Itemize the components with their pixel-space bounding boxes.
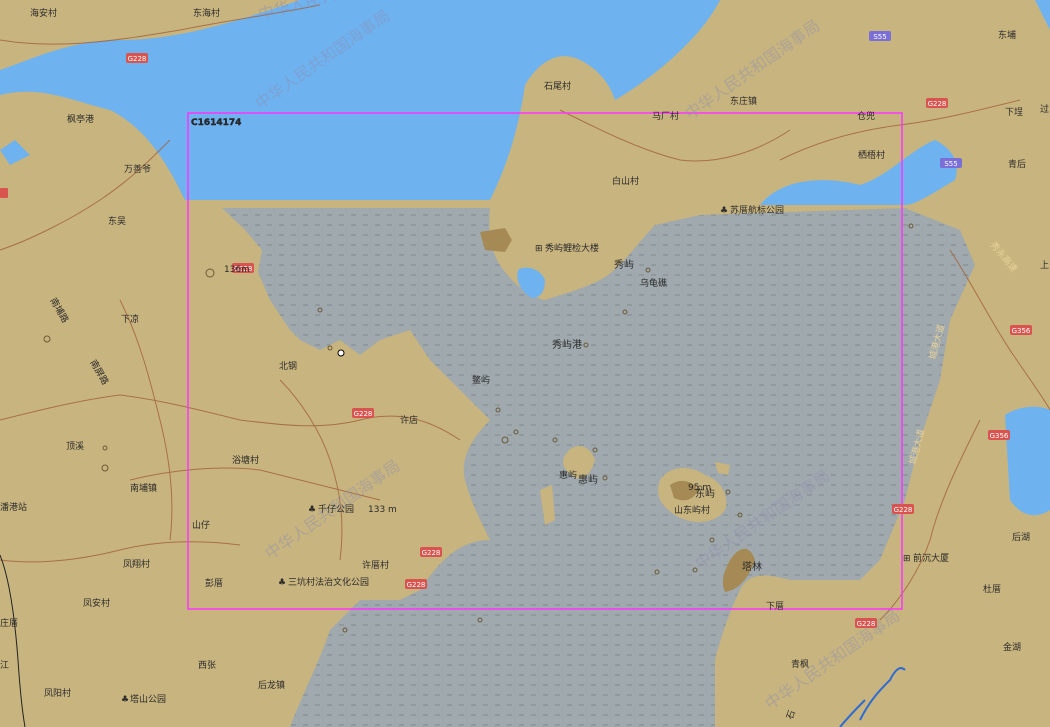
place-weigang: 潘港站 <box>0 501 27 513</box>
road-badge-g228-e: G228 <box>420 547 442 557</box>
svg-text:G228: G228 <box>928 100 947 108</box>
place-xialiang: 下凉 <box>121 313 139 325</box>
svg-text:G228: G228 <box>894 506 913 514</box>
place-nanpuzhen: 南埔镇 <box>130 482 157 494</box>
place-xiuyu-hangbiao: 苏厝航标公园 <box>730 204 784 216</box>
place-qianyuanda: 前沉大厦 <box>913 552 949 564</box>
place-xizhang: 西张 <box>198 660 216 671</box>
svg-text:G228: G228 <box>857 620 876 628</box>
road-badge-s55-a: S55 <box>869 31 891 41</box>
place-wenhuapark: 三坑村法治文化公园 <box>288 576 369 588</box>
place-shanzai: 山仔 <box>192 519 210 531</box>
road-badge-g356-b: G356 <box>988 430 1010 440</box>
place-huiyu: 惠屿 <box>578 473 598 486</box>
place-houhu: 后湖 <box>1012 532 1030 543</box>
road-badge-g228-h: G228 <box>855 618 877 628</box>
height-label-1: 136m <box>224 265 250 275</box>
place-baishancun: 白山村 <box>612 175 639 187</box>
road-badge-g228-d: G228 <box>352 408 374 418</box>
place-dianyu: 鳖屿 <box>472 374 490 386</box>
place-majiacun: 马厂村 <box>652 110 679 122</box>
place-qinghou: 青后 <box>1008 158 1026 170</box>
place-fengyangcun: 凤阳村 <box>44 687 71 699</box>
place-tanlin: 塔林 <box>742 560 762 573</box>
place-xiuyu: 秀屿 <box>614 259 634 271</box>
place-qianzaigongyuan: 千仔公园 <box>318 503 354 515</box>
place-beikeng: 北钢 <box>279 360 297 372</box>
place-paitangcun: 浴塘村 <box>232 454 259 466</box>
place-pengcuo: 彭厝 <box>205 577 223 589</box>
place-xiamei: 下厝 <box>766 601 784 612</box>
place-fengtinggang: 枫亭港 <box>67 113 94 125</box>
svg-text:S55: S55 <box>873 33 886 41</box>
place-shiweicun: 石尾村 <box>544 80 571 92</box>
place-xiuyugang: 秀屿港 <box>552 339 582 351</box>
place-huiyu-small: 惠屿 <box>559 469 577 481</box>
svg-text:G356: G356 <box>1012 327 1031 335</box>
place-guo: 过 <box>1040 103 1049 115</box>
place-shandongyucun: 山东屿村 <box>674 504 710 516</box>
place-dingxi: 顶溪 <box>66 440 84 452</box>
road-badge-left <box>0 188 8 198</box>
water-right-edge <box>1005 406 1050 516</box>
place-xumeicun: 许厝村 <box>362 559 389 571</box>
building-icon-qianyuan: ⊞ <box>903 554 911 564</box>
place-xiuyu-building: 秀屿鲤检大楼 <box>545 242 599 254</box>
road-badge-g228-g: G228 <box>892 504 914 514</box>
park-icon-tashan: ♣ <box>121 695 129 705</box>
svg-text:G228: G228 <box>354 410 373 418</box>
place-qingfeng: 青枫 <box>791 658 809 670</box>
svg-text:G228: G228 <box>407 581 426 589</box>
place-tashangongyuan: 塔山公园 <box>130 693 166 705</box>
svg-text:G228: G228 <box>128 55 147 63</box>
place-fengxiangcun: 凤翔村 <box>123 558 150 570</box>
svg-text:S55: S55 <box>944 160 957 168</box>
road-badge-g228-a: G228 <box>126 53 148 63</box>
place-cangzhai: 仓兜 <box>857 110 875 122</box>
svg-text:G228: G228 <box>422 549 441 557</box>
road-badge-g356-a: G356 <box>1010 325 1032 335</box>
place-wanshanwei: 万善爷 <box>124 163 151 175</box>
place-zhuang: 庄厝 <box>0 617 18 629</box>
park-icon-sankeng: ♣ <box>278 578 286 588</box>
park-icon-qianzai: ♣ <box>308 505 316 515</box>
place-jiang: 江 <box>0 660 9 671</box>
height-label-2: 133 m <box>368 505 397 515</box>
place-shang: 上 <box>1040 260 1049 271</box>
place-xiahuang: 下埕 <box>1005 107 1023 118</box>
place-ducuo: 杜厝 <box>983 583 1001 595</box>
height-label-3: 95 m <box>688 483 711 493</box>
chart-id-label[interactable]: C1614174 <box>191 118 242 128</box>
place-donghuang: 东吴 <box>108 215 126 227</box>
place-houlongzhen: 后龙镇 <box>258 679 285 691</box>
place-xudian: 许店 <box>400 414 418 426</box>
place-dongbu: 东埔 <box>998 29 1016 41</box>
park-icon-xiuyu: ♣ <box>720 206 728 216</box>
place-donghaicun: 东海村 <box>193 7 220 19</box>
road-badge-g228-f: G228 <box>405 579 427 589</box>
place-jinhu: 金湖 <box>1003 641 1021 653</box>
svg-text:G356: G356 <box>990 432 1009 440</box>
place-haiancun: 海安村 <box>30 7 57 19</box>
place-wujizhou: 乌龟礁 <box>640 277 667 289</box>
place-fenganliu: 凤安村 <box>83 597 110 609</box>
building-icon-xiuyu: ⊞ <box>535 244 543 254</box>
place-qingdiao: 栖梧村 <box>858 149 885 161</box>
road-badge-s55-b: S55 <box>940 158 962 168</box>
road-badge-g228-b: G228 <box>926 98 948 108</box>
nautical-map[interactable]: C1614174 中华人民共和国海事局 中华人民共和国海事局 中华人民共和国海事… <box>0 0 1050 727</box>
place-dongzhuangzhen: 东庄镇 <box>730 95 757 107</box>
